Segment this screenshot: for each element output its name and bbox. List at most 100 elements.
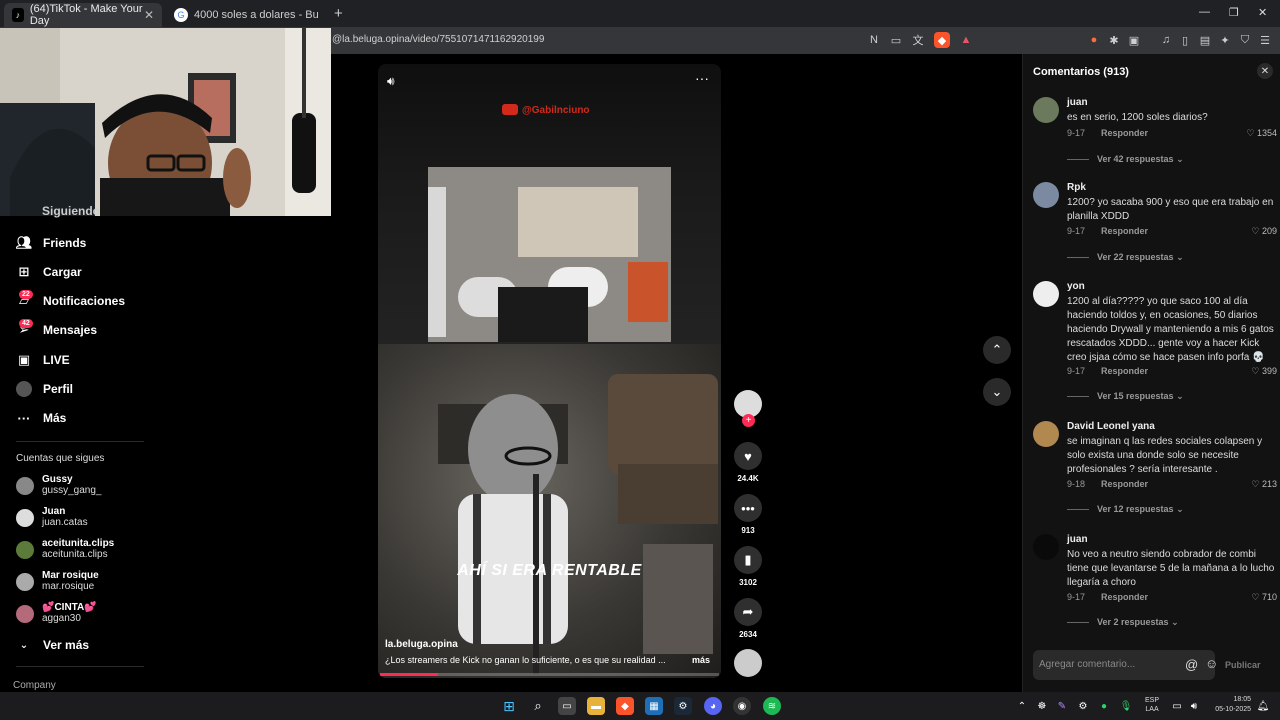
volume-icon[interactable]: 🔊︎ [387, 74, 395, 89]
description-more-button[interactable]: más [692, 655, 710, 665]
photos-app-icon[interactable]: ▦ [645, 697, 663, 715]
volume-icon[interactable]: 🔊︎ [1185, 697, 1203, 715]
share-button[interactable]: ➦ 2634 [734, 598, 762, 639]
tab-google-search[interactable]: G 4000 soles a dolares - Buscar con Go [166, 3, 326, 27]
nav-live[interactable]: ▣ LIVE [16, 352, 70, 368]
mention-icon[interactable]: @ [1185, 657, 1198, 672]
tray-pen-icon[interactable]: ✎ [1053, 697, 1071, 715]
brave-browser-icon[interactable]: ◆ [616, 697, 634, 715]
next-video-button[interactable]: ⌄ [983, 378, 1011, 406]
spotify-icon[interactable]: ≋ [763, 697, 781, 715]
notification-bell-icon[interactable]: 🔔︎ [1254, 697, 1272, 715]
account-item[interactable]: 💕CINTA💕 aggan30 [16, 602, 97, 625]
account-item[interactable]: Mar rosique mar.rosique [16, 570, 99, 593]
close-tab-icon[interactable]: ✕ [144, 8, 154, 22]
view-replies-button[interactable]: Ver 2 respuestas ⌄ [1067, 617, 1179, 628]
comment-user[interactable]: Rpk [1067, 182, 1086, 193]
avatar[interactable] [1033, 534, 1059, 560]
comment-like[interactable]: ♡ 213 [1251, 479, 1277, 490]
account-item[interactable]: Juan juan.catas [16, 506, 88, 529]
reply-button[interactable]: Responder [1101, 479, 1148, 489]
brave-rewards-icon[interactable]: ▲ [958, 32, 974, 48]
extensions-icon[interactable]: ✱ [1106, 32, 1122, 48]
menu-icon[interactable]: ☰ [1257, 32, 1273, 48]
avatar[interactable] [1033, 281, 1059, 307]
video-author[interactable]: la.beluga.opina [385, 639, 458, 650]
windows-start-icon[interactable]: ⊞ [500, 697, 518, 715]
discord-icon[interactable]: ◕ [704, 697, 722, 715]
file-explorer-icon[interactable]: ▬ [587, 697, 605, 715]
cast-icon[interactable]: ▭ [888, 32, 904, 48]
view-replies-button[interactable]: Ver 22 respuestas ⌄ [1067, 252, 1184, 263]
close-comments-button[interactable]: ✕ [1257, 63, 1273, 79]
new-tab-button[interactable]: + [334, 5, 343, 22]
url-field[interactable]: @la.beluga.opina/video/75510714711629201… [332, 34, 544, 45]
tab-tiktok[interactable]: ♪ (64)TikTok - Make Your Day ✕ [4, 3, 162, 27]
avatar[interactable] [1033, 97, 1059, 123]
video-progress-bar[interactable] [380, 673, 719, 676]
leo-ai-icon[interactable]: ✦ [1217, 32, 1233, 48]
translate-off-icon[interactable]: N [866, 32, 882, 48]
translate-icon[interactable]: 文 [910, 32, 926, 48]
comment-button[interactable]: ••• 913 [734, 494, 762, 535]
account-item[interactable]: aceitunita.clips aceitunita.clips [16, 538, 114, 561]
emoji-icon[interactable]: ☺ [1205, 656, 1218, 671]
comment-like[interactable]: ♡ 710 [1251, 592, 1277, 603]
comment-user[interactable]: juan [1067, 534, 1088, 545]
comment-like[interactable]: ♡ 209 [1251, 226, 1277, 237]
view-replies-button[interactable]: Ver 15 respuestas ⌄ [1067, 391, 1184, 402]
steam-icon[interactable]: ⚙ [674, 697, 692, 715]
keyboard-language[interactable]: ESP LAA [1145, 696, 1159, 714]
avatar[interactable] [1033, 182, 1059, 208]
task-view-icon[interactable]: ▭ [558, 697, 576, 715]
sound-disc[interactable] [734, 649, 762, 677]
obs-icon[interactable]: ◉ [733, 697, 751, 715]
nav-profile[interactable]: Perfil [16, 381, 73, 397]
post-comment-button[interactable]: Publicar [1225, 660, 1261, 670]
microphone-icon[interactable]: 🎙︎ [1117, 697, 1135, 715]
comment-input[interactable]: Agregar comentario... @ ☺ [1033, 650, 1218, 680]
minimize-button[interactable]: — [1199, 6, 1210, 18]
nav-upload[interactable]: ⊞ Cargar [16, 264, 82, 280]
nav-friends[interactable]: 👥︎ Friends [16, 235, 87, 251]
sidebar-toggle-icon[interactable]: ▯ [1177, 32, 1193, 48]
company-link[interactable]: Company [13, 680, 56, 691]
reply-button[interactable]: Responder [1101, 226, 1148, 236]
tray-steam-icon[interactable]: ⚙ [1074, 697, 1092, 715]
follow-plus-icon[interactable]: + [742, 414, 755, 427]
screenshot-icon[interactable]: ▣ [1126, 32, 1142, 48]
view-replies-button[interactable]: Ver 42 respuestas ⌄ [1067, 154, 1184, 165]
comment-user[interactable]: David Leonel yana [1067, 421, 1155, 432]
tray-app-icon[interactable]: ☸ [1033, 697, 1051, 715]
reply-button[interactable]: Responder [1101, 366, 1148, 376]
tray-overflow-icon[interactable]: ⌃ [1013, 697, 1031, 715]
window-close-button[interactable]: ✕ [1258, 6, 1267, 19]
see-more-button[interactable]: ⌄ Ver más [16, 637, 89, 653]
wallet-icon[interactable]: ▤ [1197, 32, 1213, 48]
vpn-icon[interactable]: ⛉ [1237, 32, 1253, 48]
more-options-icon[interactable]: ··· [695, 70, 709, 86]
previous-video-button[interactable]: ⌃ [983, 336, 1011, 364]
comment-like[interactable]: ♡ 399 [1251, 366, 1277, 377]
nav-following[interactable]: Siguiendo [16, 204, 100, 218]
network-icon[interactable]: ▭ [1168, 697, 1186, 715]
extension-fire-icon[interactable]: ● [1086, 32, 1102, 48]
brave-shields-icon[interactable]: ◆ [934, 32, 950, 48]
view-replies-button[interactable]: Ver 12 respuestas ⌄ [1067, 504, 1184, 515]
account-item[interactable]: Gussy gussy_gang_ [16, 474, 102, 497]
media-icon[interactable]: ♫ [1158, 32, 1174, 48]
comment-like[interactable]: ♡ 1354 [1246, 128, 1277, 139]
comment-user[interactable]: juan [1067, 97, 1088, 108]
search-icon[interactable]: ⌕ [529, 697, 547, 715]
reply-button[interactable]: Responder [1101, 592, 1148, 602]
comment-user[interactable]: yon [1067, 281, 1085, 292]
system-clock[interactable]: 18:05 05-10-2025 [1209, 695, 1251, 715]
tray-status-icon[interactable]: ● [1095, 697, 1113, 715]
avatar[interactable] [1033, 421, 1059, 447]
restore-button[interactable]: ❐ [1229, 6, 1239, 19]
reply-button[interactable]: Responder [1101, 128, 1148, 138]
creator-avatar[interactable]: + [734, 390, 762, 427]
nav-more[interactable]: ··· Más [16, 410, 67, 426]
like-button[interactable]: ♥ 24.4K [734, 442, 762, 483]
save-button[interactable]: ▮ 3102 [734, 546, 762, 587]
